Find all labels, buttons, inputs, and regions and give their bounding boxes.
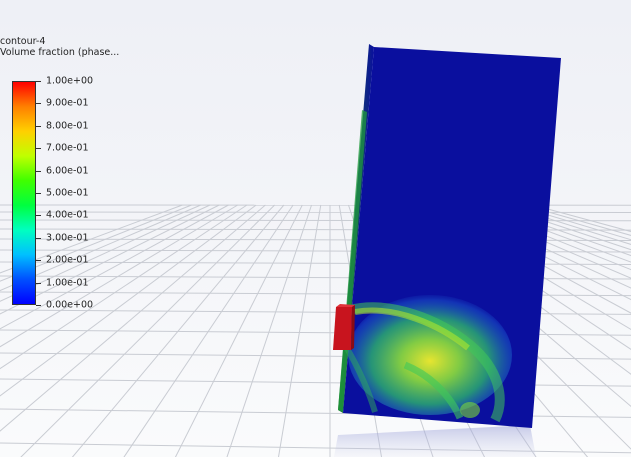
colorbar-tick-label: 0.00e+00	[46, 299, 94, 311]
colorbar-tick-mark	[36, 282, 41, 284]
colorbar-tick-label: 8.00e-01	[46, 120, 89, 132]
colorbar-tick-label: 1.00e+00	[46, 75, 94, 87]
colorbar-tick-mark	[36, 103, 41, 105]
legend-field-name: Volume fraction (phase...	[0, 47, 120, 58]
colorbar-tick-mark	[36, 81, 41, 82]
domain-reflection	[334, 425, 536, 457]
colorbar-tick-mark	[36, 305, 41, 306]
colorbar-tick-label: 1.00e-01	[46, 277, 89, 289]
colorbar-tick-mark	[36, 260, 41, 262]
graphics-viewport[interactable]: contour-4 Volume fraction (phase... 1.00…	[0, 0, 631, 457]
colorbar-tick-label: 5.00e-01	[46, 187, 89, 199]
colorbar-tick-label: 7.00e-01	[46, 142, 89, 154]
colorbar-tick-label: 2.00e-01	[46, 254, 89, 266]
colorbar-tick-label: 6.00e-01	[46, 165, 89, 177]
colorbar-tick-mark	[36, 125, 41, 127]
colorbar-tick-label: 3.00e-01	[46, 232, 89, 244]
inlet-block	[333, 304, 355, 350]
colorbar-tick-mark	[36, 193, 41, 194]
colorbar-tick-label: 4.00e-01	[46, 209, 89, 221]
colorbar-tick-mark	[36, 215, 41, 217]
colorbar-tick-mark	[36, 170, 41, 172]
colorbar	[12, 81, 36, 305]
colorbar-tick-mark	[36, 237, 41, 239]
contour-legend: contour-4 Volume fraction (phase... 1.00…	[0, 36, 160, 321]
legend-contour-name: contour-4	[0, 36, 46, 47]
colorbar-tick-mark	[36, 148, 41, 150]
colorbar-tick-label: 9.00e-01	[46, 97, 89, 109]
